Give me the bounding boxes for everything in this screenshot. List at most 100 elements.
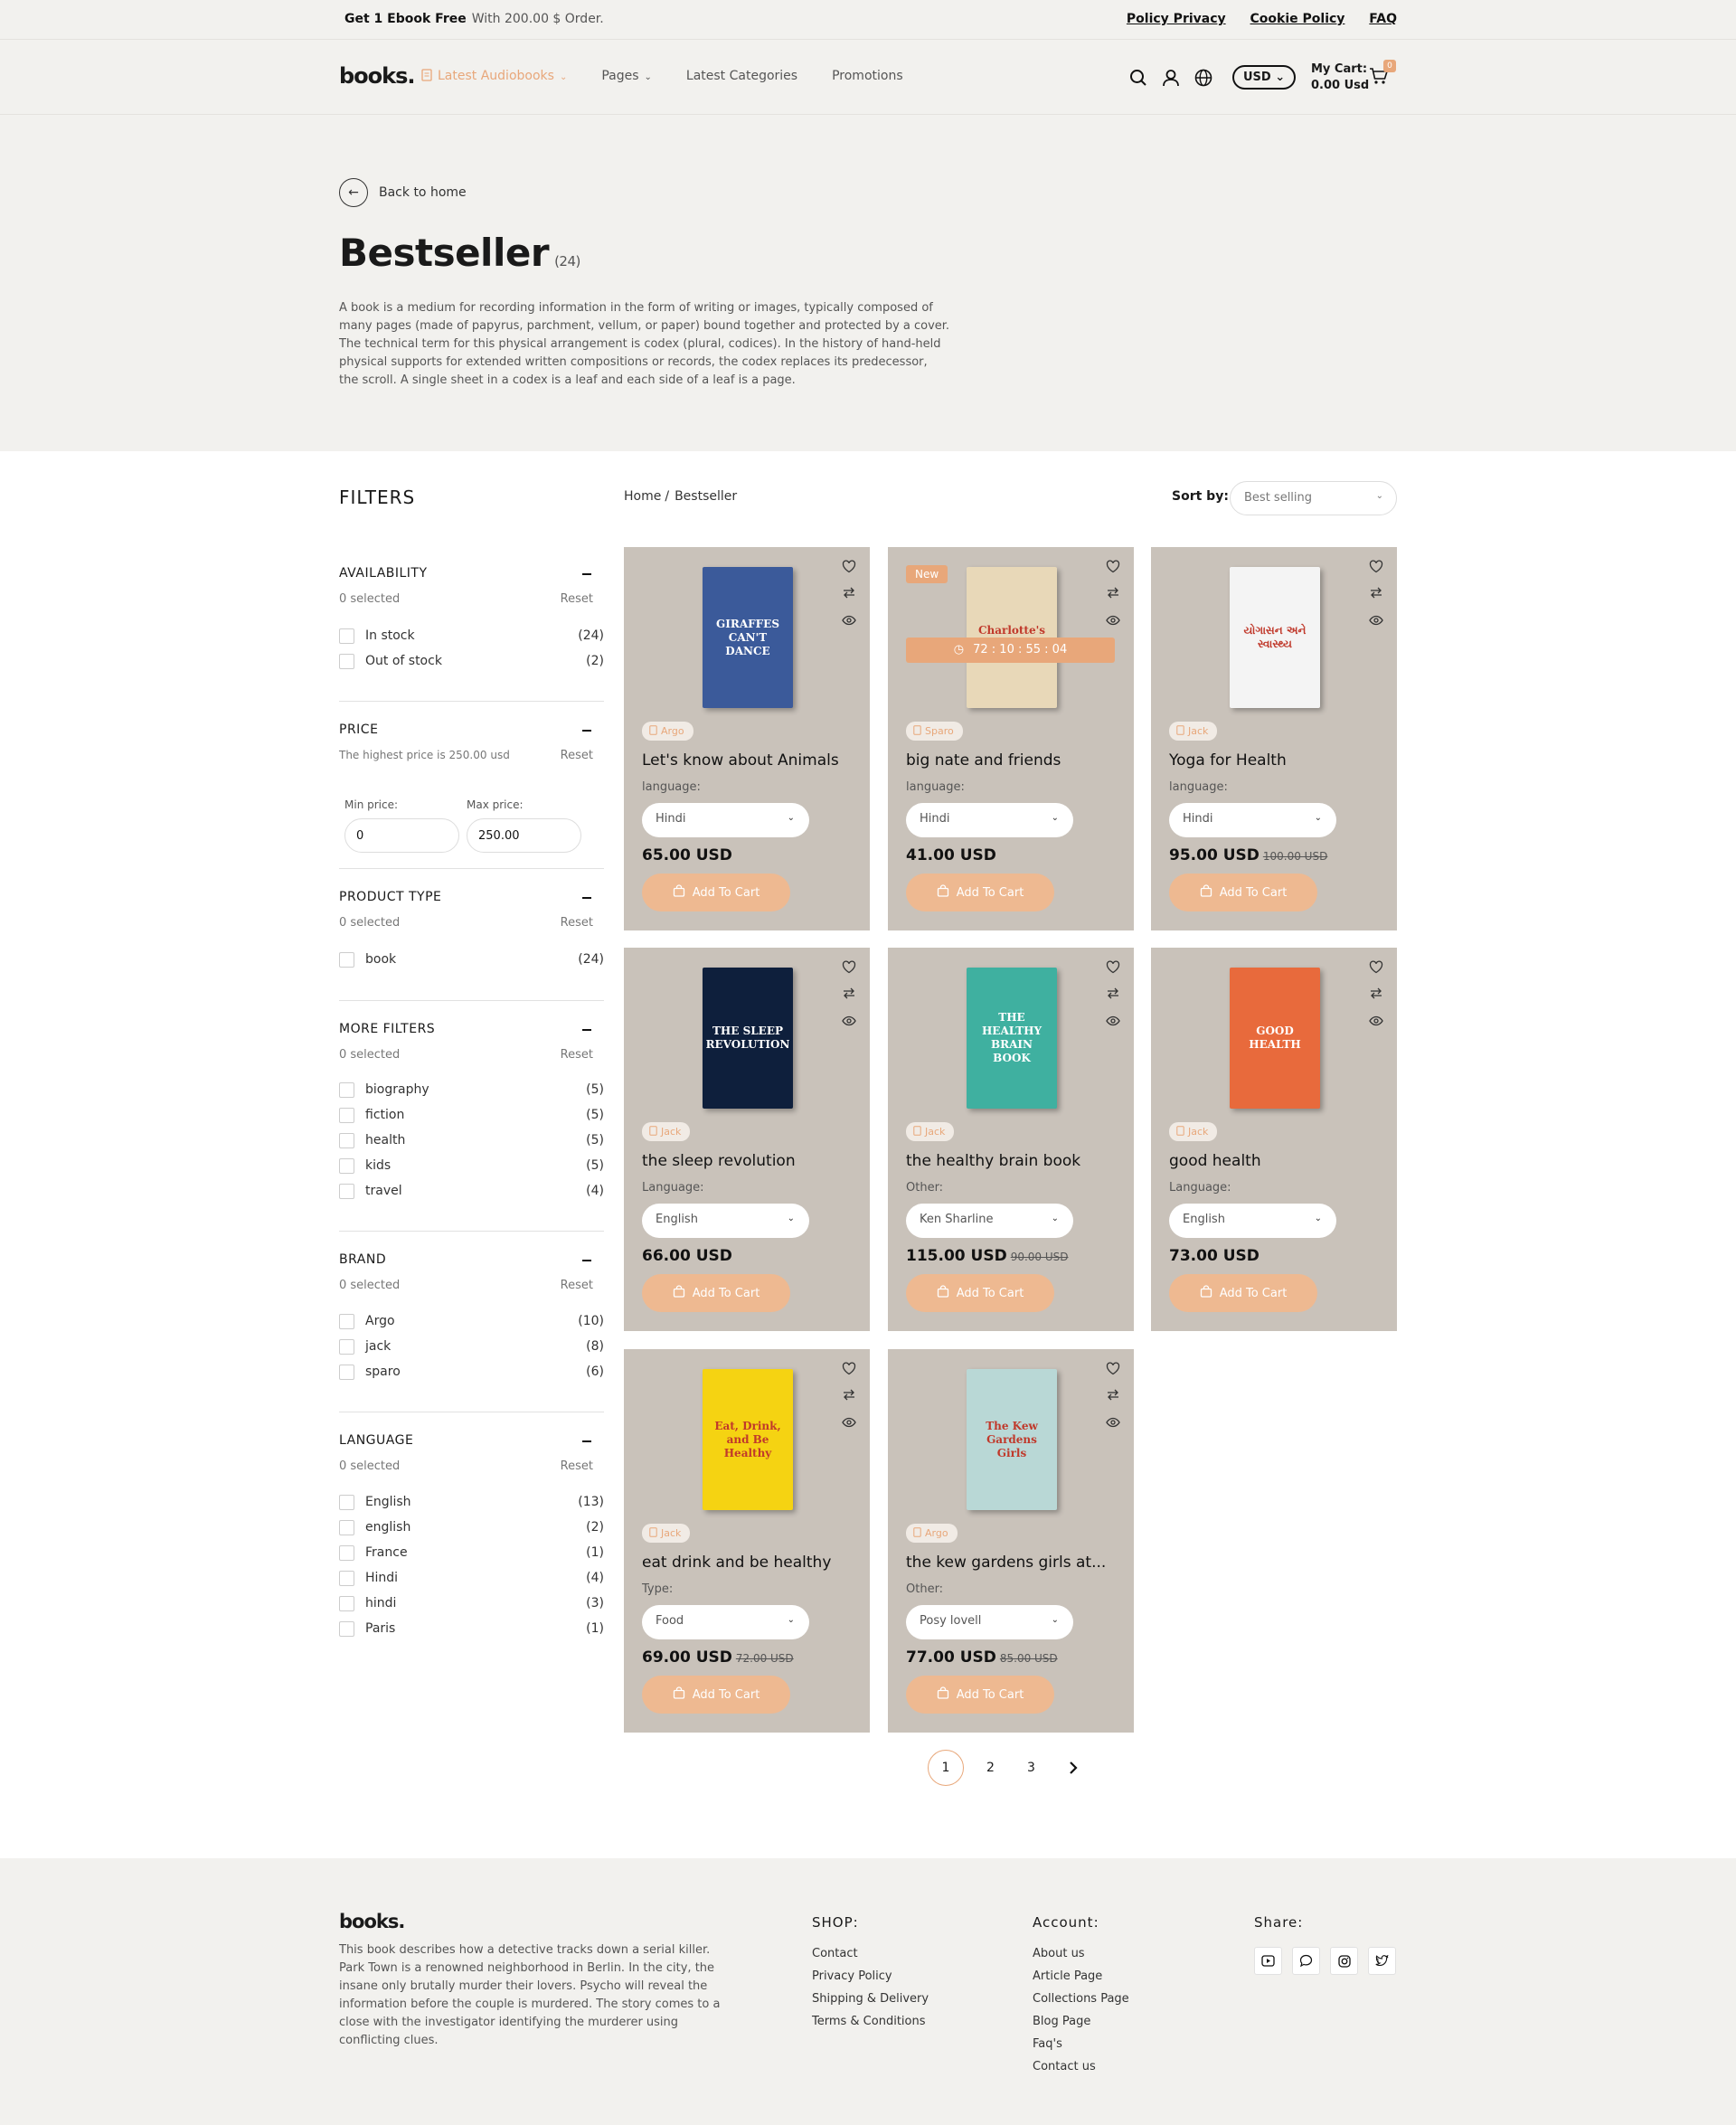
quick-view-eye-icon[interactable] xyxy=(1106,1414,1120,1431)
filter-option[interactable]: english (2) xyxy=(339,1515,604,1540)
add-to-cart-button[interactable]: Add To Cart xyxy=(906,1676,1054,1714)
wishlist-heart-icon[interactable] xyxy=(842,1362,856,1379)
search-icon[interactable] xyxy=(1129,69,1147,87)
checkbox[interactable] xyxy=(339,1313,354,1329)
add-to-cart-button[interactable]: Add To Cart xyxy=(642,874,790,911)
checkbox[interactable] xyxy=(339,1570,354,1586)
page-3[interactable]: 3 xyxy=(1027,1761,1045,1775)
product-title[interactable]: Let's know about Animals xyxy=(642,751,854,770)
filter-option[interactable]: Paris (1) xyxy=(339,1616,604,1641)
brand-tag[interactable]: Jack xyxy=(1169,1122,1218,1141)
quick-view-eye-icon[interactable] xyxy=(1106,612,1120,629)
product-card[interactable]: THE HEALTHY BRAIN BOOK Jack the healthy br… xyxy=(888,948,1134,1331)
add-to-cart-button[interactable]: Add To Cart xyxy=(906,874,1054,911)
quick-view-eye-icon[interactable] xyxy=(1369,1013,1383,1030)
footer-link-blog[interactable]: Blog Page xyxy=(1033,2015,1129,2028)
twitter-icon[interactable] xyxy=(1368,1947,1396,1975)
option-select[interactable]: Hindi ⌄ xyxy=(1169,803,1336,837)
compare-icon[interactable] xyxy=(842,586,856,603)
back-to-home-link[interactable]: ← Back to home xyxy=(339,178,467,207)
minus-icon[interactable] xyxy=(582,1260,591,1261)
sort-select[interactable]: Best selling ⌄ xyxy=(1230,481,1397,515)
chat-icon[interactable] xyxy=(1292,1947,1320,1975)
filter-option[interactable]: Out of stock (2) xyxy=(339,648,604,674)
wishlist-heart-icon[interactable] xyxy=(1369,560,1383,577)
page-1[interactable]: 1 xyxy=(928,1750,964,1786)
product-title[interactable]: eat drink and be healthy xyxy=(642,1554,854,1572)
wishlist-heart-icon[interactable] xyxy=(842,960,856,978)
add-to-cart-button[interactable]: Add To Cart xyxy=(642,1274,790,1312)
globe-icon[interactable] xyxy=(1194,69,1212,87)
instagram-icon[interactable] xyxy=(1330,1947,1358,1975)
book-cover-image[interactable]: GIRAFFES CAN'T DANCE xyxy=(703,567,793,708)
add-to-cart-button[interactable]: Add To Cart xyxy=(642,1676,790,1714)
compare-icon[interactable] xyxy=(842,1388,856,1405)
wishlist-heart-icon[interactable] xyxy=(1106,560,1120,577)
checkbox[interactable] xyxy=(339,1338,354,1355)
checkbox[interactable] xyxy=(339,1364,354,1380)
reset-link[interactable]: Reset xyxy=(561,1279,593,1292)
currency-selector[interactable]: USD ⌄ xyxy=(1232,65,1297,90)
youtube-icon[interactable] xyxy=(1254,1947,1282,1975)
footer-link-about[interactable]: About us xyxy=(1033,1947,1129,1960)
footer-link-collections[interactable]: Collections Page xyxy=(1033,1992,1129,2006)
chevron-right-icon[interactable] xyxy=(1068,1761,1079,1775)
product-title[interactable]: the sleep revolution xyxy=(642,1152,854,1170)
option-select[interactable]: English ⌄ xyxy=(1169,1204,1336,1238)
footer-link-faqs[interactable]: Faq's xyxy=(1033,2037,1129,2051)
checkbox[interactable] xyxy=(339,1132,354,1148)
user-icon[interactable] xyxy=(1162,69,1180,87)
book-cover-image[interactable]: THE HEALTHY BRAIN BOOK xyxy=(967,968,1057,1109)
footer-logo[interactable]: books. xyxy=(339,1911,405,1932)
filter-option[interactable]: In stock (24) xyxy=(339,623,604,648)
faq-link[interactable]: FAQ xyxy=(1369,12,1397,26)
brand-tag[interactable]: Sparo xyxy=(906,722,963,741)
nav-pages[interactable]: Pages ⌄ xyxy=(601,69,652,83)
product-card[interactable]: THE SLEEP REVOLUTION Jack the sleep revolu… xyxy=(624,948,870,1331)
filter-option[interactable]: book (24) xyxy=(339,947,604,972)
checkbox[interactable] xyxy=(339,628,354,644)
nav-latest-audiobooks[interactable]: Latest Audiobooks ⌄ xyxy=(421,69,567,83)
option-select[interactable]: Ken Sharline ⌄ xyxy=(906,1204,1073,1238)
filter-option[interactable]: sparo (6) xyxy=(339,1359,604,1384)
reset-link[interactable]: Reset xyxy=(561,749,593,762)
quick-view-eye-icon[interactable] xyxy=(842,612,856,629)
filter-brand-header[interactable]: BRAND xyxy=(339,1252,604,1267)
reset-link[interactable]: Reset xyxy=(561,1048,593,1062)
checkbox[interactable] xyxy=(339,653,354,669)
footer-link-privacy[interactable]: Privacy Policy xyxy=(812,1969,929,1983)
product-card[interactable]: GOOD HEALTH Jack good health Language: Engli… xyxy=(1151,948,1397,1331)
option-select[interactable]: Food ⌄ xyxy=(642,1605,809,1639)
quick-view-eye-icon[interactable] xyxy=(842,1414,856,1431)
add-to-cart-button[interactable]: Add To Cart xyxy=(1169,874,1317,911)
compare-icon[interactable] xyxy=(1106,1388,1120,1405)
quick-view-eye-icon[interactable] xyxy=(1106,1013,1120,1030)
book-cover-image[interactable]: Eat, Drink, and Be Healthy xyxy=(703,1369,793,1510)
filter-option[interactable]: kids (5) xyxy=(339,1153,604,1178)
compare-icon[interactable] xyxy=(1369,586,1383,603)
filter-option[interactable]: hindi (3) xyxy=(339,1591,604,1616)
filter-option[interactable]: fiction (5) xyxy=(339,1102,604,1128)
filter-price-header[interactable]: PRICE xyxy=(339,722,604,737)
product-card[interactable]: The Kew Gardens Girls Argo the kew gardens… xyxy=(888,1349,1134,1733)
nav-latest-categories[interactable]: Latest Categories xyxy=(686,69,797,83)
compare-icon[interactable] xyxy=(1106,586,1120,603)
product-title[interactable]: Yoga for Health xyxy=(1169,751,1382,770)
brand-tag[interactable]: Jack xyxy=(642,1122,691,1141)
filter-option[interactable]: Hindi (4) xyxy=(339,1565,604,1591)
checkbox[interactable] xyxy=(339,1081,354,1098)
brand-tag[interactable]: Jack xyxy=(906,1122,955,1141)
quick-view-eye-icon[interactable] xyxy=(842,1013,856,1030)
cart-summary[interactable]: My Cart: 0.00 Usd xyxy=(1311,61,1369,94)
minus-icon[interactable] xyxy=(582,897,591,899)
brand-tag[interactable]: Jack xyxy=(1169,722,1218,741)
breadcrumb-home[interactable]: Home xyxy=(624,489,661,504)
product-title[interactable]: the kew gardens girls at... xyxy=(906,1554,1118,1572)
checkbox[interactable] xyxy=(339,951,354,968)
book-cover-image[interactable]: THE SLEEP REVOLUTION xyxy=(703,968,793,1109)
option-select[interactable]: English ⌄ xyxy=(642,1204,809,1238)
filter-option[interactable]: health (5) xyxy=(339,1128,604,1153)
filter-option[interactable]: Argo (10) xyxy=(339,1308,604,1334)
checkbox[interactable] xyxy=(339,1519,354,1535)
compare-icon[interactable] xyxy=(842,987,856,1004)
